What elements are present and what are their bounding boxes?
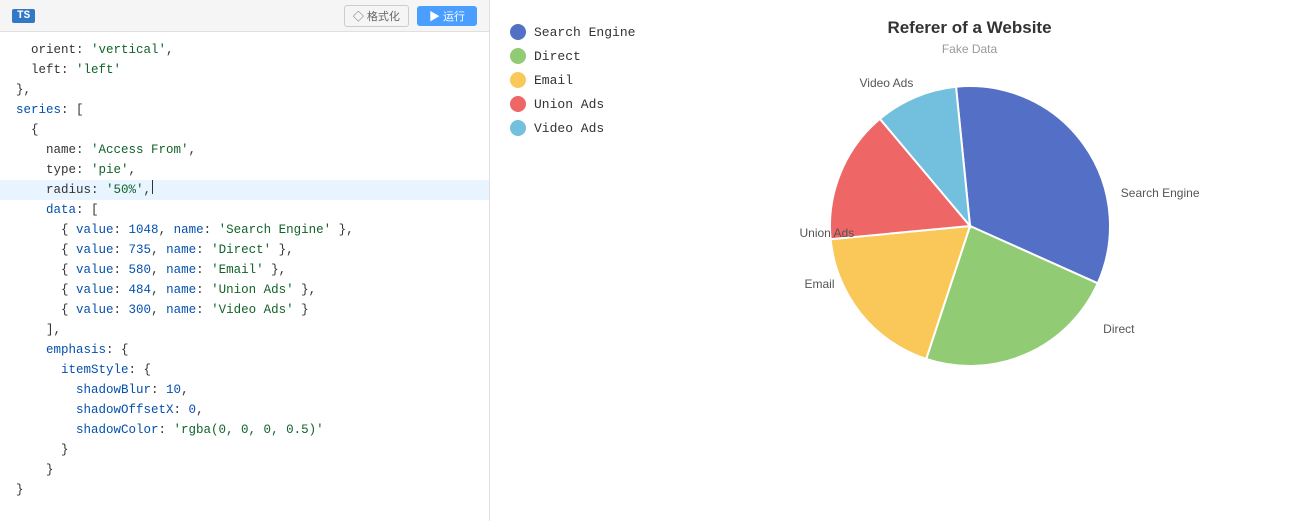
label-video-ads: Video Ads xyxy=(860,76,914,90)
code-line: { value: 484, name: 'Union Ads' }, xyxy=(0,280,489,300)
legend-item-email: Email xyxy=(510,72,645,88)
chart-title: Referer of a Website xyxy=(887,18,1051,38)
code-line: shadowOffsetX: 0, xyxy=(0,400,489,420)
code-line: { value: 580, name: 'Email' }, xyxy=(0,260,489,280)
legend-item-union-ads: Union Ads xyxy=(510,96,645,112)
pie-svg xyxy=(810,66,1130,386)
code-line: } xyxy=(0,440,489,460)
chart-area: Referer of a Website Fake Data Video Ads… xyxy=(645,0,1294,521)
legend-item-video-ads: Video Ads xyxy=(510,120,645,136)
code-line: { value: 735, name: 'Direct' }, xyxy=(0,240,489,260)
code-line: } xyxy=(0,480,489,500)
legend-label-union-ads: Union Ads xyxy=(534,97,604,112)
code-line: data: [ xyxy=(0,200,489,220)
legend-label-email: Email xyxy=(534,73,573,88)
code-toolbar: TS ◇ 格式化 ▶ 运行 xyxy=(0,0,489,32)
code-line: ], xyxy=(0,320,489,340)
label-email: Email xyxy=(805,277,835,291)
legend-label-video-ads: Video Ads xyxy=(534,121,604,136)
code-line: shadowColor: 'rgba(0, 0, 0, 0.5)' xyxy=(0,420,489,440)
chart-subtitle: Fake Data xyxy=(942,42,997,56)
chart-panel: Search Engine Direct Email Union Ads Vid… xyxy=(490,0,1294,521)
code-line: } xyxy=(0,460,489,480)
code-line: emphasis: { xyxy=(0,340,489,360)
legend-dot-video-ads xyxy=(510,120,526,136)
code-line: shadowBlur: 10, xyxy=(0,380,489,400)
format-button[interactable]: ◇ 格式化 xyxy=(344,5,409,27)
code-panel: TS ◇ 格式化 ▶ 运行 orient: 'vertical', left: … xyxy=(0,0,490,521)
legend-dot-search-engine xyxy=(510,24,526,40)
code-line: itemStyle: { xyxy=(0,360,489,380)
code-line: { xyxy=(0,120,489,140)
toolbar-center: ◇ 格式化 ▶ 运行 xyxy=(344,5,477,27)
toolbar-left: TS xyxy=(12,9,35,23)
legend-dot-direct xyxy=(510,48,526,64)
code-line: left: 'left' xyxy=(0,60,489,80)
code-line: type: 'pie', xyxy=(0,160,489,180)
label-direct: Direct xyxy=(1103,322,1134,336)
legend-area: Search Engine Direct Email Union Ads Vid… xyxy=(490,0,645,521)
ts-badge: TS xyxy=(12,9,35,23)
legend-dot-union-ads xyxy=(510,96,526,112)
code-line: series: [ xyxy=(0,100,489,120)
run-button[interactable]: ▶ 运行 xyxy=(417,6,477,26)
legend-dot-email xyxy=(510,72,526,88)
code-line: { value: 300, name: 'Video Ads' } xyxy=(0,300,489,320)
code-line: radius: '50%', xyxy=(0,180,489,200)
code-body[interactable]: orient: 'vertical', left: 'left' }, seri… xyxy=(0,32,489,521)
code-line: { value: 1048, name: 'Search Engine' }, xyxy=(0,220,489,240)
code-line: }, xyxy=(0,80,489,100)
legend-label-search-engine: Search Engine xyxy=(534,25,635,40)
label-union-ads: Union Ads xyxy=(800,226,855,240)
legend-item-search-engine: Search Engine xyxy=(510,24,645,40)
legend-item-direct: Direct xyxy=(510,48,645,64)
label-search-engine: Search Engine xyxy=(1121,186,1200,200)
legend-label-direct: Direct xyxy=(534,49,581,64)
code-line: orient: 'vertical', xyxy=(0,40,489,60)
code-line: name: 'Access From', xyxy=(0,140,489,160)
pie-chart: Video Ads Search Engine Union Ads Email … xyxy=(810,66,1130,386)
